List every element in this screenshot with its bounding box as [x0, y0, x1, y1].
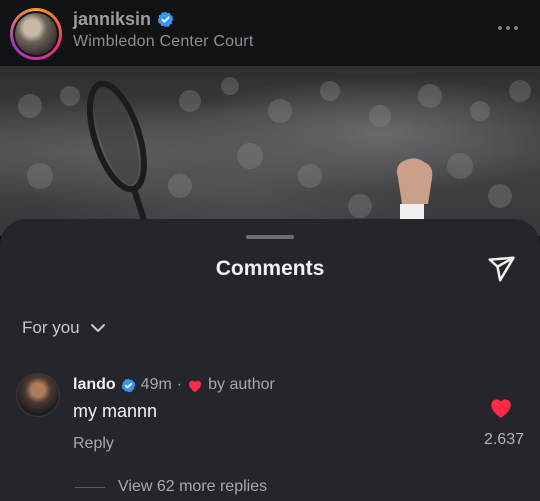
sheet-drag-handle[interactable] — [246, 235, 294, 239]
post-photo — [0, 66, 540, 236]
post-header: janniksin Wimbledon Center Court — [0, 0, 540, 66]
author-row: janniksin — [73, 8, 174, 30]
replies-divider — [75, 487, 105, 488]
comments-title: Comments — [215, 257, 325, 280]
post-location[interactable]: Wimbledon Center Court — [73, 33, 253, 51]
verified-badge-icon — [121, 378, 136, 392]
author-username[interactable]: janniksin — [73, 9, 151, 30]
commenter-avatar[interactable] — [16, 373, 60, 417]
like-count: 2.637 — [483, 431, 524, 448]
more-options-icon[interactable] — [498, 20, 520, 36]
chevron-down-icon — [90, 324, 105, 332]
sort-label: For you — [22, 318, 80, 337]
liked-by-author-label: by author — [208, 376, 275, 393]
sort-dropdown[interactable]: For you — [22, 318, 106, 338]
commenter-username[interactable]: lando — [73, 376, 116, 394]
author-avatar[interactable] — [10, 8, 62, 60]
view-replies-button[interactable]: View 62 more replies — [118, 478, 267, 496]
tennis-photo-illustration — [18, 77, 531, 236]
comment-time: 49m — [140, 376, 172, 393]
verified-badge-icon — [157, 11, 174, 27]
meta-separator: · — [176, 376, 183, 393]
comment-text: my mannn — [73, 401, 158, 421]
comments-sheet: Comments For you lando 49m · by author m… — [0, 219, 540, 501]
share-icon[interactable] — [485, 254, 517, 284]
comment-meta: lando 49m · by author — [73, 375, 275, 395]
heart-icon — [189, 380, 202, 392]
heart-icon[interactable] — [488, 395, 514, 419]
reply-button[interactable]: Reply — [73, 435, 114, 453]
